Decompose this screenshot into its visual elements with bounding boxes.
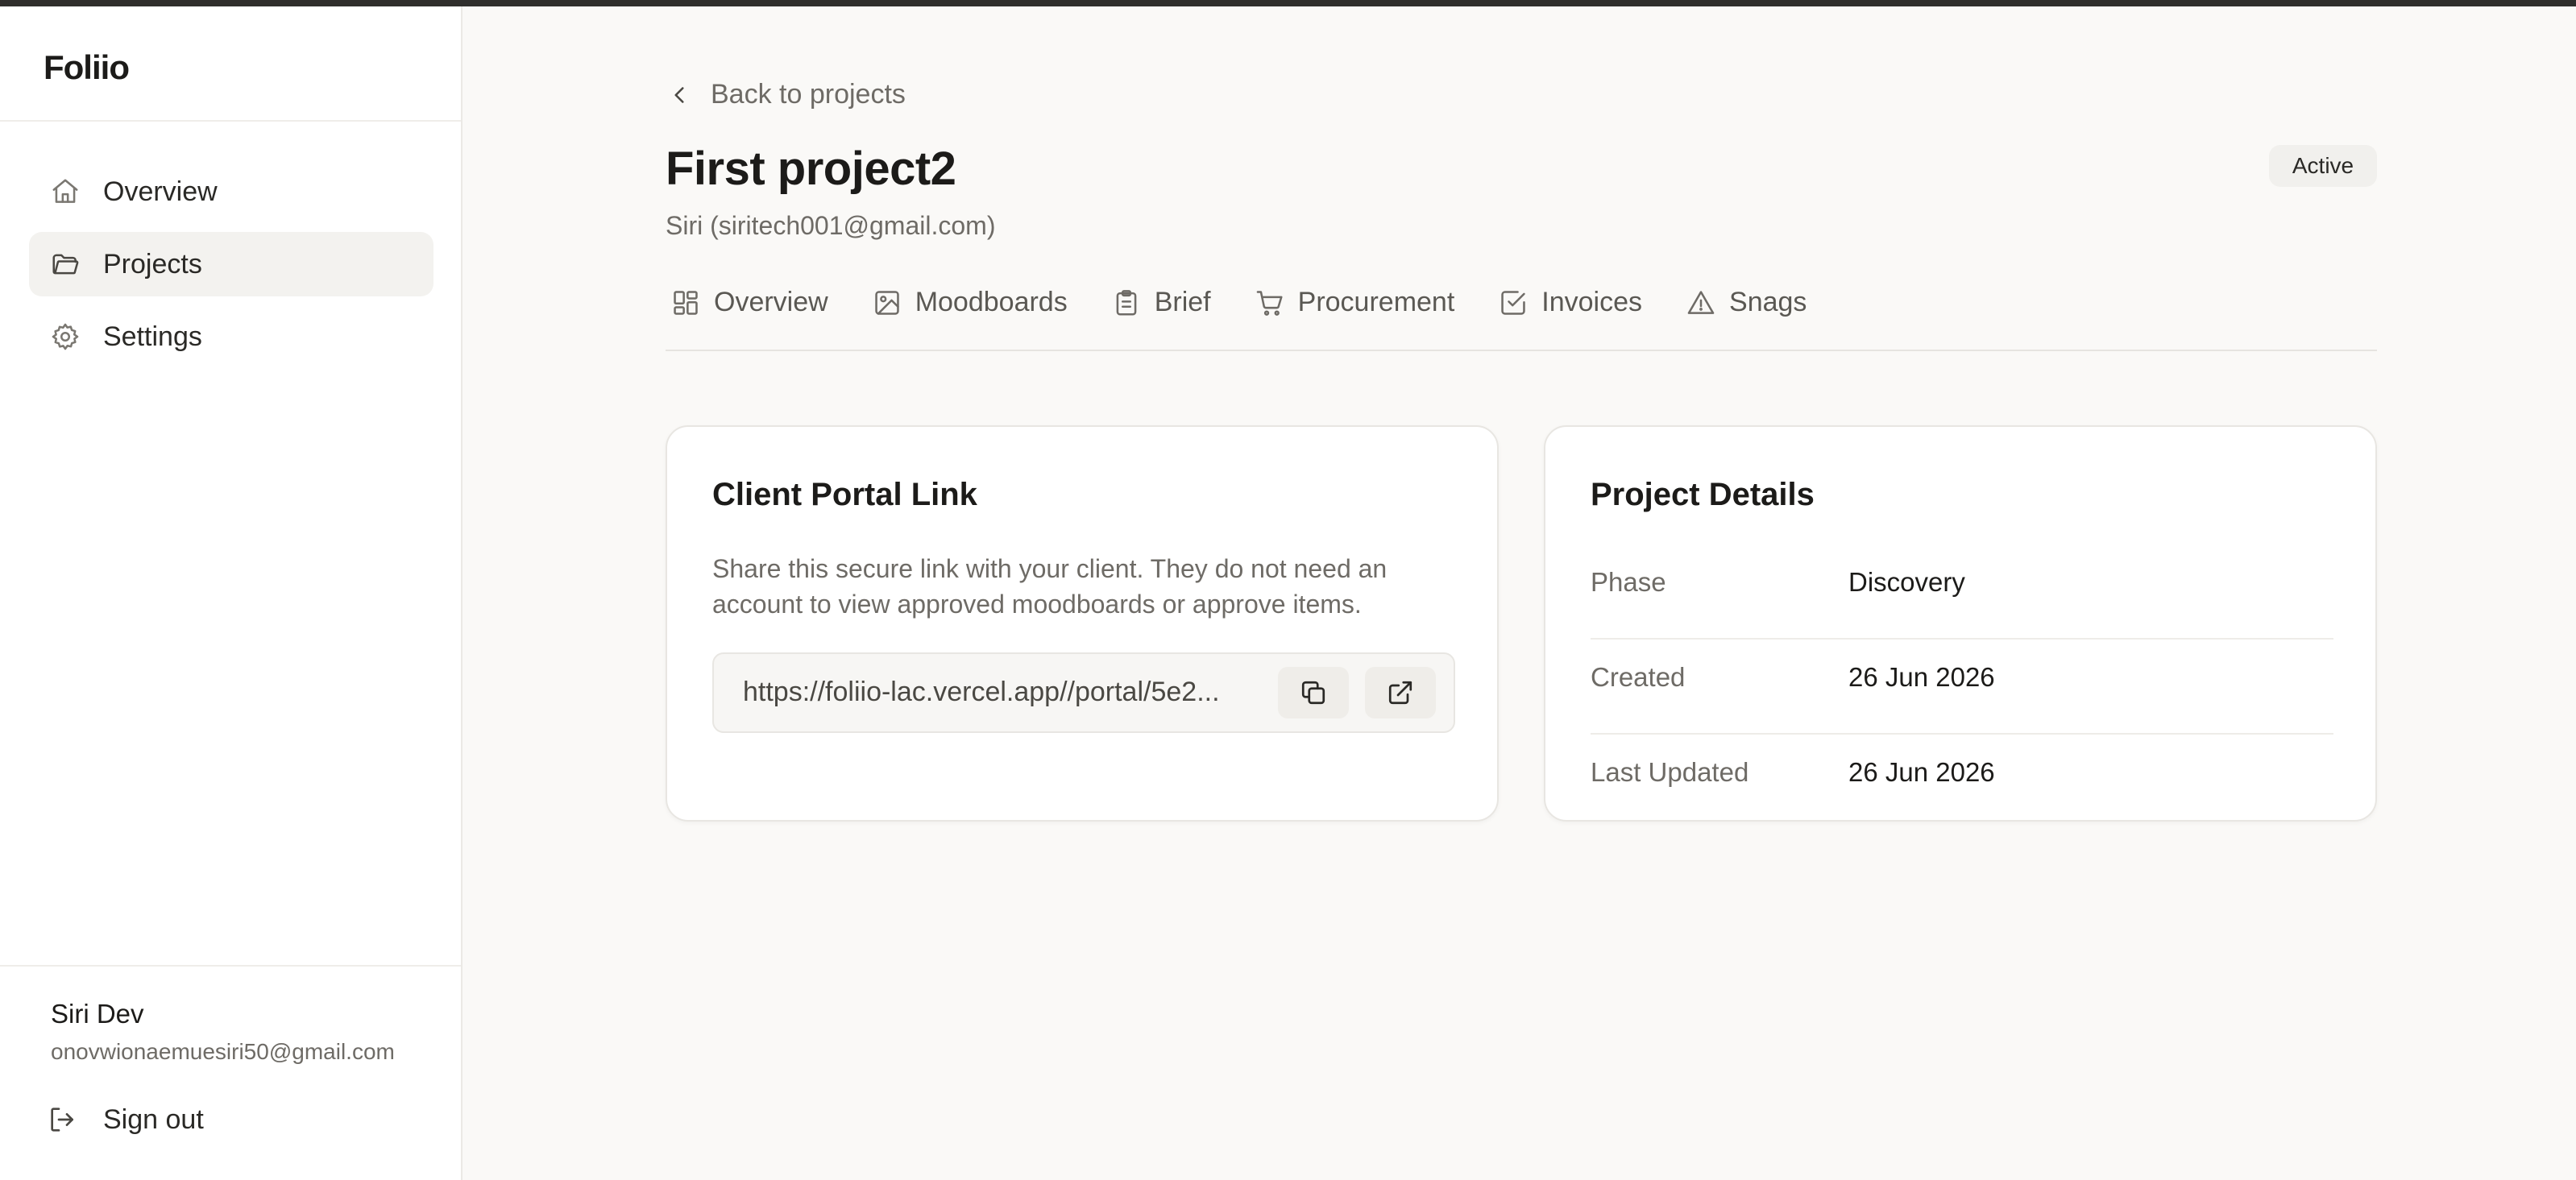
status-badge: Active: [2269, 145, 2377, 187]
portal-link-text[interactable]: https://foliio-lac.vercel.app//portal/5e…: [743, 677, 1259, 708]
sidebar-item-label: Projects: [103, 248, 202, 279]
tab-procurement[interactable]: Procurement: [1255, 287, 1455, 318]
tab-label: Moodboards: [915, 287, 1068, 317]
folder-icon: [52, 254, 79, 275]
copy-link-button[interactable]: [1278, 667, 1349, 718]
copy-icon: [1301, 681, 1325, 705]
sidebar: Foliio Overview Projects Settings Siri D…: [0, 6, 463, 1180]
chevron-left-icon: [674, 86, 684, 103]
sidebar-item-overview[interactable]: Overview: [29, 159, 433, 224]
card-title: Project Details: [1591, 477, 1815, 512]
tab-moodboards[interactable]: Moodboards: [872, 287, 1068, 318]
tab-snags[interactable]: Snags: [1686, 287, 1807, 318]
sign-out-label: Sign out: [103, 1103, 204, 1135]
tab-label: Procurement: [1297, 287, 1455, 317]
detail-row-phase: Phase Discovery: [1591, 544, 2333, 640]
detail-row-last-updated: Last Updated 26 Jun 2026: [1591, 735, 2333, 830]
card-title: Client Portal Link: [712, 477, 977, 512]
detail-value: 26 Jun 2026: [1848, 662, 1995, 692]
project-tabs: Overview Moodboards Brief Procurement In…: [670, 287, 1850, 318]
detail-label: Last Updated: [1591, 757, 1749, 787]
sidebar-item-projects[interactable]: Projects: [29, 232, 433, 296]
page-title: First project2: [666, 143, 956, 195]
tab-invoices[interactable]: Invoices: [1498, 287, 1642, 318]
image-icon: [874, 290, 899, 315]
tab-overview[interactable]: Overview: [670, 287, 828, 318]
detail-value: 26 Jun 2026: [1848, 757, 1995, 787]
detail-value: Discovery: [1848, 567, 1965, 597]
tab-brief[interactable]: Brief: [1111, 287, 1211, 318]
portal-link-field[interactable]: https://foliio-lac.vercel.app//portal/5e…: [712, 652, 1455, 733]
sidebar-footer-divider: [0, 965, 461, 967]
home-icon: [52, 179, 78, 203]
client-subtitle: Siri (siritech001@gmail.com): [666, 211, 996, 240]
window-top-bar: [0, 0, 2576, 6]
detail-label: Phase: [1591, 567, 1666, 597]
tab-label: Overview: [714, 287, 828, 317]
detail-row-created: Created 26 Jun 2026: [1591, 640, 2333, 735]
detail-label: Created: [1591, 662, 1686, 692]
check-square-icon: [1501, 290, 1526, 315]
cart-icon: [1256, 290, 1283, 316]
brand-logo[interactable]: Foliio: [44, 48, 130, 87]
back-to-projects-link[interactable]: Back to projects: [666, 79, 906, 110]
external-link-icon: [1388, 681, 1412, 705]
logout-icon: [51, 1108, 73, 1132]
user-name: Siri Dev: [51, 999, 144, 1029]
sidebar-nav: Overview Projects Settings: [29, 159, 433, 377]
brand-divider: [0, 120, 461, 122]
tab-label: Brief: [1154, 287, 1211, 317]
sidebar-item-settings[interactable]: Settings: [29, 304, 433, 369]
project-details-card: Project Details Phase Discovery Created …: [1544, 425, 2377, 822]
sidebar-item-label: Overview: [103, 176, 218, 207]
tab-label: Invoices: [1541, 287, 1643, 317]
card-description: Share this secure link with your client.…: [712, 554, 1388, 619]
tabs-divider: [666, 350, 2377, 351]
sign-out-button[interactable]: Sign out: [47, 1103, 204, 1136]
sidebar-item-label: Settings: [103, 321, 202, 352]
tab-label: Snags: [1729, 287, 1807, 317]
client-portal-card: Client Portal Link Share this secure lin…: [666, 425, 1499, 822]
grid-icon: [674, 290, 698, 315]
user-email: onovwionaemuesiri50@gmail.com: [51, 1039, 395, 1064]
warning-icon: [1687, 290, 1715, 314]
back-label: Back to projects: [711, 79, 906, 110]
clipboard-icon: [1116, 289, 1137, 316]
gear-icon: [52, 323, 79, 350]
open-link-button[interactable]: [1365, 667, 1436, 718]
